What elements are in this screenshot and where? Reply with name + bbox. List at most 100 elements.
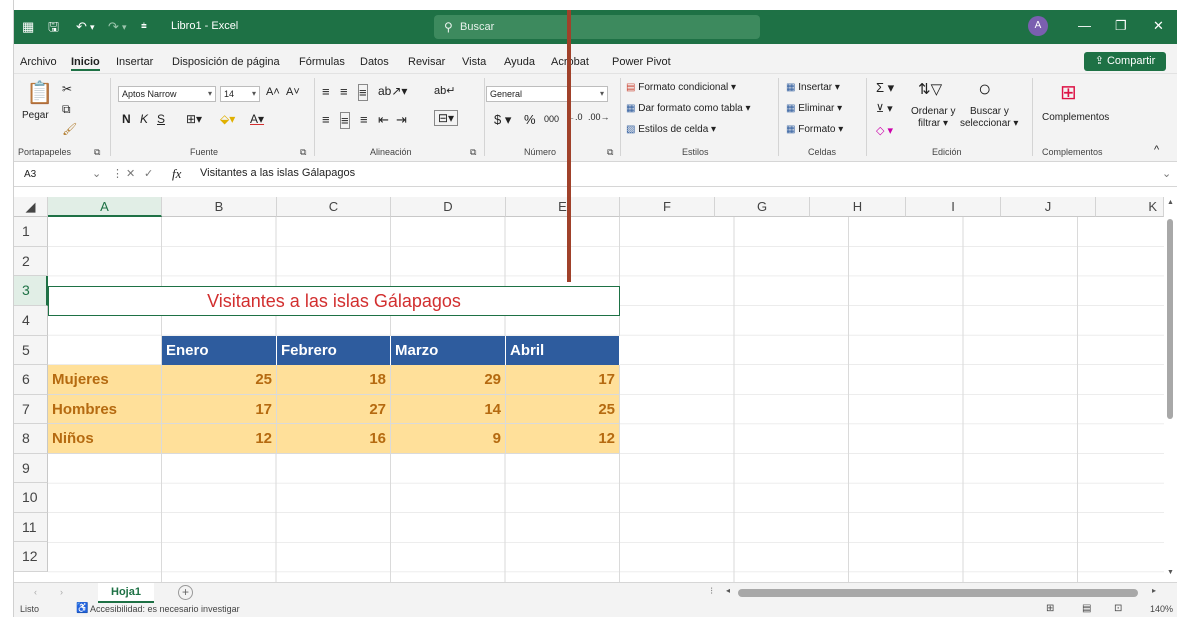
data-cell[interactable]: 18 (277, 365, 391, 395)
row-header-2[interactable]: 2 (14, 247, 48, 276)
customize-toolbar-icon[interactable]: ⩧ (141, 19, 147, 35)
decrease-font-icon[interactable]: A˅ (286, 86, 300, 98)
fill-color-icon[interactable]: ⬙▾ (220, 112, 235, 126)
column-header-i[interactable]: I (906, 197, 1001, 217)
collapse-ribbon-icon[interactable]: ^ (1154, 144, 1159, 156)
add-sheet-button[interactable]: + (178, 585, 193, 600)
format-painter-icon[interactable]: 🖌 (62, 122, 77, 136)
increase-font-icon[interactable]: A˄ (266, 86, 280, 98)
scroll-up-icon[interactable]: ▲ (1167, 199, 1174, 206)
addins-button[interactable]: Complementos (1042, 112, 1109, 123)
row-header-9[interactable]: 9 (14, 454, 48, 483)
column-header-k[interactable]: K (1096, 197, 1164, 217)
wrap-text-icon[interactable]: ab↵ (434, 84, 455, 97)
thousands-button[interactable]: 000 (544, 114, 559, 124)
sort-filter-label-1[interactable]: Ordenar y (911, 106, 955, 117)
name-box[interactable]: A3 (18, 167, 102, 183)
row-header-8[interactable]: 8 (14, 424, 48, 454)
column-header-j[interactable]: J (1001, 197, 1096, 217)
minimize-icon[interactable]: — (1078, 18, 1091, 33)
cut-icon[interactable]: ✂ (62, 82, 72, 96)
row-header-1[interactable]: 1 (14, 217, 48, 247)
share-button[interactable]: ⇪ Compartir (1084, 52, 1166, 71)
row-label-mujeres[interactable]: Mujeres (48, 365, 162, 395)
page-layout-icon[interactable]: ▤ (1082, 603, 1091, 614)
data-cell[interactable]: 27 (277, 395, 391, 424)
align-bottom-icon[interactable]: ≡ (358, 84, 368, 101)
row-header-10[interactable]: 10 (14, 483, 48, 513)
cell-styles-button[interactable]: ▧ Estilos de celda ▾ (626, 124, 716, 135)
horizontal-scroll-thumb[interactable] (738, 589, 1138, 597)
column-header-g[interactable]: G (715, 197, 810, 217)
normal-view-icon[interactable]: ⊞ (1046, 603, 1054, 614)
find-icon[interactable]: ○ (978, 76, 991, 102)
data-cell[interactable]: 14 (391, 395, 506, 424)
tab-insertar[interactable]: Insertar (116, 56, 153, 68)
data-cell[interactable]: 17 (162, 395, 277, 424)
sort-filter-icon[interactable]: ⇅▽ (918, 80, 942, 98)
align-left-icon[interactable]: ≡ (322, 112, 330, 127)
font-color-icon[interactable]: A▾ (250, 112, 264, 126)
bold-button[interactable]: N (122, 112, 131, 126)
tab-datos[interactable]: Datos (360, 56, 389, 68)
table-title-cell[interactable]: Visitantes a las islas Gálapagos (48, 286, 620, 316)
row-header-12[interactable]: 12 (14, 542, 48, 572)
align-right-icon[interactable]: ≡ (360, 112, 368, 127)
formula-input[interactable]: Visitantes a las islas Gálapagos (200, 167, 355, 179)
scroll-right-icon[interactable]: ▸ (1152, 586, 1156, 595)
format-as-table-button[interactable]: ▦ Dar formato como tabla ▾ (626, 103, 751, 114)
autosum-icon[interactable]: Σ ▾ (876, 80, 894, 96)
font-launcher-icon[interactable]: ⧉ (300, 147, 306, 158)
clipboard-launcher-icon[interactable]: ⧉ (94, 147, 100, 158)
tab-archivo[interactable]: Archivo (20, 56, 57, 68)
percent-button[interactable]: % (524, 112, 536, 127)
decrease-indent-icon[interactable]: ⇤ (378, 112, 389, 128)
redo-dropdown-icon[interactable]: ▾ (122, 19, 127, 35)
column-header-d[interactable]: D (391, 197, 506, 217)
paste-label[interactable]: Pegar (22, 110, 49, 121)
font-name-select[interactable]: Aptos Narrow ▾ (118, 86, 216, 102)
accessibility-status[interactable]: Accesibilidad: es necesario investigar (90, 604, 240, 614)
column-header-e[interactable]: E (506, 197, 620, 217)
alignment-launcher-icon[interactable]: ⧉ (470, 147, 476, 158)
data-cell[interactable]: 29 (391, 365, 506, 395)
data-cell[interactable]: 16 (277, 424, 391, 454)
column-header-b[interactable]: B (162, 197, 277, 217)
tab-formulas[interactable]: Fórmulas (299, 56, 345, 68)
prev-sheet-icon[interactable]: ‹ (34, 587, 37, 597)
sort-filter-label-2[interactable]: filtrar ▾ (918, 118, 948, 129)
close-icon[interactable]: ✕ (1153, 18, 1164, 34)
align-middle-icon[interactable]: ≡ (340, 84, 348, 99)
tab-inicio[interactable]: Inicio (71, 56, 100, 71)
copy-icon[interactable]: ⧉ (62, 102, 71, 117)
number-format-select[interactable]: General ▾ (486, 86, 608, 102)
row-header-3[interactable]: 3 (14, 276, 48, 306)
format-cells-button[interactable]: ▦ Formato ▾ (786, 124, 843, 135)
tab-power-pivot[interactable]: Power Pivot (612, 56, 671, 68)
fill-icon[interactable]: ⊻ ▾ (876, 102, 893, 115)
row-label-hombres[interactable]: Hombres (48, 395, 162, 424)
currency-button[interactable]: $ ▾ (494, 112, 511, 128)
tab-disposicion[interactable]: Disposición de página (172, 56, 280, 68)
borders-icon[interactable]: ⊞▾ (186, 112, 202, 126)
row-label-ninos[interactable]: Niños (48, 424, 162, 454)
column-header-a[interactable]: A (48, 197, 162, 217)
header-cell-enero[interactable]: Enero (162, 336, 277, 366)
number-launcher-icon[interactable]: ⧉ (607, 147, 613, 158)
data-cell[interactable]: 25 (506, 395, 620, 424)
row-header-5[interactable]: 5 (14, 336, 48, 365)
column-header-h[interactable]: H (810, 197, 906, 217)
avatar[interactable]: A (1028, 16, 1048, 36)
data-cell[interactable]: 9 (391, 424, 506, 454)
splitter-icon[interactable]: ⁝ (710, 586, 713, 597)
save-icon[interactable]: 🖫 (48, 19, 59, 35)
expand-formula-bar-icon[interactable]: ⌄ (1162, 167, 1171, 180)
sheet-tab-hoja1[interactable]: Hoja1 (98, 583, 154, 603)
tab-revisar[interactable]: Revisar (408, 56, 445, 68)
conditional-format-button[interactable]: ▤ Formato condicional ▾ (626, 82, 736, 93)
addins-icon[interactable]: ⊞ (1060, 80, 1077, 105)
align-top-icon[interactable]: ≡ (322, 84, 330, 99)
redo-icon[interactable]: ↷ (108, 19, 119, 35)
row-header-11[interactable]: 11 (14, 513, 48, 542)
column-header-c[interactable]: C (277, 197, 391, 217)
